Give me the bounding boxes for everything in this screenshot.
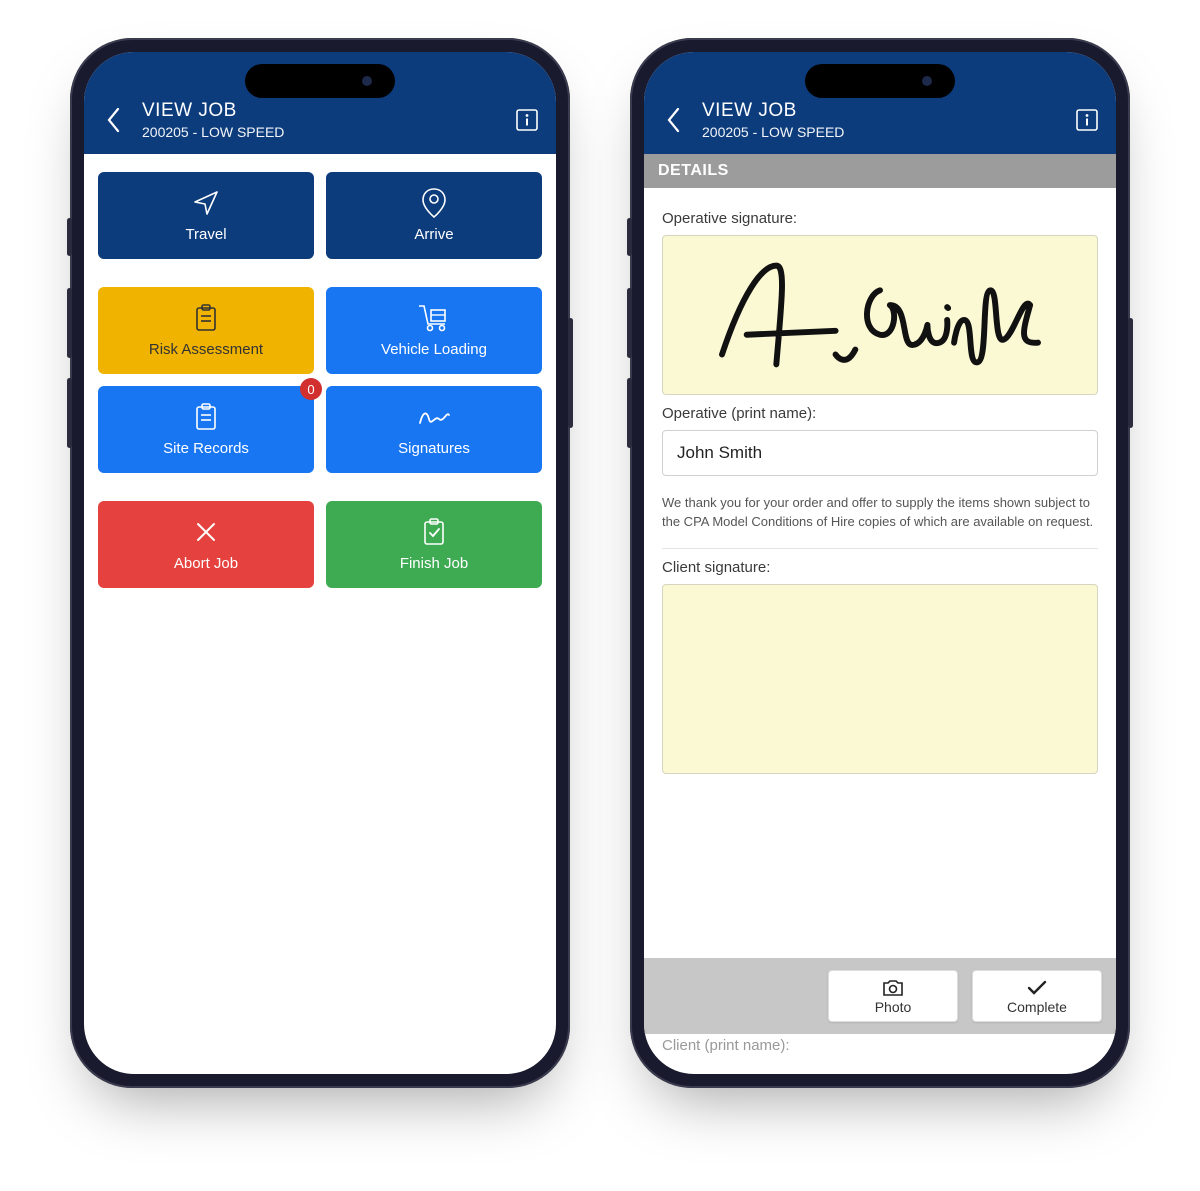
photo-button[interactable]: Photo: [828, 970, 958, 1022]
location-pin-icon: [334, 186, 534, 220]
clipboard-icon: [106, 301, 306, 335]
tile-label: Travel: [106, 226, 306, 243]
trolley-icon: [334, 301, 534, 335]
navigate-icon: [106, 186, 306, 220]
app-header: VIEW JOB 200205 - LOW SPEED: [84, 52, 556, 154]
operative-signature-label: Operative signature:: [662, 210, 1098, 227]
button-label: Photo: [875, 999, 912, 1015]
header-title: VIEW JOB: [702, 100, 1060, 122]
info-button[interactable]: [514, 107, 540, 133]
client-signature-label: Client signature:: [662, 559, 1098, 576]
header-subtitle: 200205 - LOW SPEED: [702, 124, 1060, 140]
operative-name-label: Operative (print name):: [662, 405, 1098, 422]
abort-job-tile[interactable]: Abort Job: [98, 501, 314, 588]
info-button[interactable]: [1074, 107, 1100, 133]
site-records-tile[interactable]: 0 Site Records: [98, 386, 314, 473]
arrive-tile[interactable]: Arrive: [326, 172, 542, 259]
check-icon: [1026, 979, 1048, 997]
travel-tile[interactable]: Travel: [98, 172, 314, 259]
tile-label: Finish Job: [334, 555, 534, 572]
clipboard-check-icon: [334, 515, 534, 549]
signature-icon: [334, 400, 534, 434]
signature-stroke: [663, 236, 1097, 394]
risk-assessment-tile[interactable]: Risk Assessment: [98, 287, 314, 374]
client-signature-pad[interactable]: [662, 584, 1098, 774]
tile-label: Arrive: [334, 226, 534, 243]
client-name-label: Client (print name):: [644, 1023, 808, 1068]
tile-label: Signatures: [334, 440, 534, 457]
phone-mockup-left: VIEW JOB 200205 - LOW SPEED Travel: [70, 38, 570, 1088]
action-bar: Client (print name): Photo Complete: [644, 958, 1116, 1034]
tile-label: Vehicle Loading: [334, 341, 534, 358]
clipboard-icon: [106, 400, 306, 434]
tile-label: Risk Assessment: [106, 341, 306, 358]
header-title: VIEW JOB: [142, 100, 500, 122]
tile-label: Site Records: [106, 440, 306, 457]
signatures-tile[interactable]: Signatures: [326, 386, 542, 473]
header-subtitle: 200205 - LOW SPEED: [142, 124, 500, 140]
finish-job-tile[interactable]: Finish Job: [326, 501, 542, 588]
button-label: Complete: [1007, 999, 1067, 1015]
terms-text: We thank you for your order and offer to…: [662, 494, 1098, 549]
operative-name-input[interactable]: [662, 430, 1098, 476]
back-button[interactable]: [660, 106, 688, 134]
app-header: VIEW JOB 200205 - LOW SPEED: [644, 52, 1116, 154]
complete-button[interactable]: Complete: [972, 970, 1102, 1022]
back-button[interactable]: [100, 106, 128, 134]
tile-label: Abort Job: [106, 555, 306, 572]
phone-mockup-right: VIEW JOB 200205 - LOW SPEED DETAILS Oper…: [630, 38, 1130, 1088]
close-icon: [106, 515, 306, 549]
details-section-header: DETAILS: [644, 154, 1116, 188]
vehicle-loading-tile[interactable]: Vehicle Loading: [326, 287, 542, 374]
operative-signature-pad[interactable]: [662, 235, 1098, 395]
records-badge: 0: [300, 378, 322, 400]
camera-icon: [882, 979, 904, 997]
